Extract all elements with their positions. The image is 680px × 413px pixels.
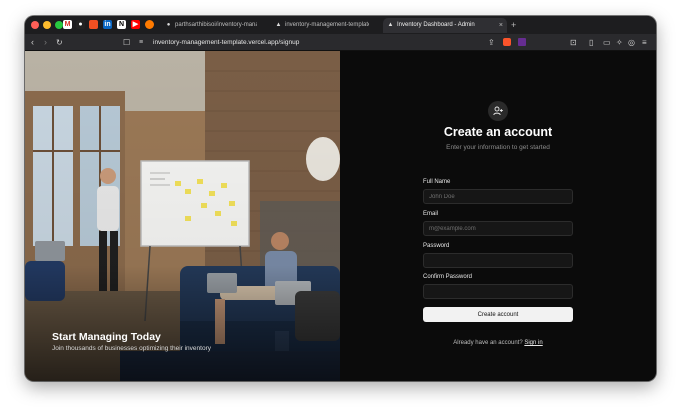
brave-shields-icon[interactable]: [503, 38, 511, 46]
sidebar-icon[interactable]: ▯: [589, 36, 593, 49]
password-label: Password: [423, 243, 450, 249]
tab-bar: M ● in N ▶ ● parthsarthibisoi/inventory-…: [25, 16, 656, 34]
leo-ai-icon[interactable]: ✧: [616, 36, 623, 49]
hero-title: Start Managing Today: [52, 331, 161, 343]
confirm-password-label: Confirm Password: [423, 274, 473, 280]
page-subtitle: Enter your information to get started: [446, 144, 550, 151]
page-title: Create an account: [443, 125, 553, 139]
tab-vercel[interactable]: ▲ inventory-management-template: [271, 18, 381, 33]
browser-window: M ● in N ▶ ● parthsarthibisoi/inventory-…: [25, 16, 656, 381]
signin-row: Already have an account? Sign in: [340, 340, 656, 346]
reload-icon[interactable]: ↻: [56, 36, 63, 49]
close-window-button[interactable]: [31, 21, 39, 29]
microsoft-icon[interactable]: [89, 20, 98, 29]
password-input[interactable]: [423, 253, 573, 268]
email-label: Email: [423, 211, 439, 217]
hero-image: Start Managing Today Join thousands of b…: [25, 51, 340, 381]
zoom-window-button[interactable]: [55, 21, 63, 29]
browser-toolbar: ‹ › ↻ ☐ ≡ inventory-management-template.…: [25, 34, 656, 51]
signin-link[interactable]: Sign in: [524, 340, 542, 346]
new-tab-icon[interactable]: +: [511, 18, 516, 32]
wallet-icon[interactable]: ▭: [603, 36, 611, 49]
signup-panel: Create an account Enter your information…: [340, 51, 656, 381]
tab-inventory-dashboard[interactable]: ▲ Inventory Dashboard - Admin ×: [383, 18, 507, 33]
bookmark-icon[interactable]: ☐: [123, 36, 130, 49]
minimize-window-button[interactable]: [43, 21, 51, 29]
add-user-icon: [488, 101, 508, 121]
page-content: Start Managing Today Join thousands of b…: [25, 51, 656, 381]
signin-prompt: Already have an account?: [453, 340, 523, 346]
forward-icon[interactable]: ›: [44, 36, 47, 49]
vercel-icon: ▲: [387, 22, 394, 28]
share-icon[interactable]: ⇪: [488, 36, 495, 49]
notion-icon[interactable]: N: [117, 20, 126, 29]
vpn-icon[interactable]: ◎: [628, 36, 635, 49]
github-icon: ●: [166, 22, 171, 28]
site-info-icon[interactable]: ≡: [139, 36, 143, 49]
gmail-icon[interactable]: M: [63, 20, 72, 29]
back-icon[interactable]: ‹: [31, 36, 34, 49]
github-icon[interactable]: ●: [76, 20, 85, 29]
vercel-icon: ▲: [275, 22, 282, 28]
confirm-password-input[interactable]: [423, 284, 573, 299]
menu-icon[interactable]: ≡: [642, 36, 647, 49]
linkedin-icon[interactable]: in: [103, 20, 112, 29]
brave-rewards-icon[interactable]: [518, 38, 526, 46]
hero-subtitle: Join thousands of businesses optimizing …: [52, 345, 211, 352]
create-account-button[interactable]: Create account: [423, 307, 573, 322]
full-name-input[interactable]: [423, 189, 573, 204]
tab-github[interactable]: ● parthsarthibisoi/inventory-manag...: [161, 18, 269, 33]
firefox-icon[interactable]: [145, 20, 154, 29]
full-name-label: Full Name: [423, 179, 451, 185]
email-input[interactable]: [423, 221, 573, 236]
address-bar[interactable]: inventory-management-template.vercel.app…: [153, 37, 299, 48]
youtube-icon[interactable]: ▶: [131, 20, 140, 29]
close-tab-icon[interactable]: ×: [499, 18, 503, 33]
screenshot-icon[interactable]: ⊡: [570, 36, 577, 49]
